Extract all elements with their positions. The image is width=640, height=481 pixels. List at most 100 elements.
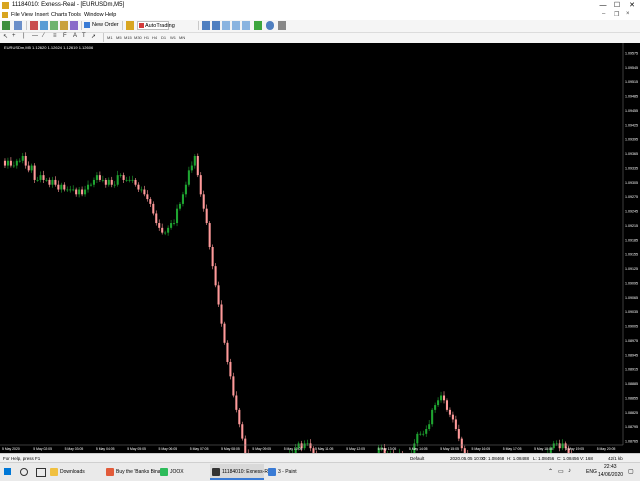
zoom-in-icon[interactable] xyxy=(202,21,210,30)
taskbar-app-mt4[interactable]: 11184010: Exness-R... xyxy=(210,464,264,480)
label-icon[interactable]: T xyxy=(82,33,86,39)
time-tick-label: 5 May 02:05 xyxy=(33,447,52,451)
candle-body xyxy=(120,175,122,176)
menu-bar: File View Insert Charts Tools Window Hel… xyxy=(0,11,640,20)
tf-m15[interactable]: M15 xyxy=(124,35,132,40)
menu-window[interactable]: Window xyxy=(84,12,104,18)
minimize-button[interactable]: — xyxy=(596,0,610,11)
tray-chevron-icon[interactable]: ⌃ xyxy=(548,468,553,475)
tf-m1[interactable]: M1 xyxy=(107,35,113,40)
candle-body xyxy=(19,161,21,162)
chart-window-icon xyxy=(2,12,8,18)
price-chart[interactable]: EURUSDm,M5 1.12620 1.12624 1.12619 1.126… xyxy=(0,43,640,453)
time-tick-label: 5 May 06:05 xyxy=(159,447,178,451)
mdi-close-icon[interactable]: × xyxy=(626,11,630,17)
time-tick-label: 5 May 08:05 xyxy=(221,447,240,451)
autotrading-button[interactable]: AutoTrading xyxy=(137,21,169,30)
tf-m5[interactable]: M5 xyxy=(116,35,122,40)
fibonacci-icon[interactable]: F xyxy=(63,33,67,39)
task-view-icon[interactable] xyxy=(36,468,46,477)
tf-h4[interactable]: H4 xyxy=(152,35,157,40)
trendline-icon[interactable]: ⁄ xyxy=(43,33,44,39)
candle-body xyxy=(16,161,18,166)
strategy-tester-icon[interactable] xyxy=(70,21,78,30)
profiles-icon[interactable] xyxy=(14,21,22,30)
text-icon[interactable]: A xyxy=(73,33,77,39)
market-watch-icon[interactable] xyxy=(30,21,38,30)
candle-body xyxy=(105,180,107,185)
maximize-button[interactable]: ☐ xyxy=(610,0,624,11)
taskbar-app-browser[interactable]: Buy the 'Banks Bina... xyxy=(104,464,156,480)
price-tick-label: 1.08765 xyxy=(625,440,638,444)
new-chart-icon[interactable] xyxy=(2,21,10,30)
indicators-icon[interactable] xyxy=(254,21,262,30)
menu-insert[interactable]: Insert xyxy=(35,12,49,18)
time-tick-label: 5 May 15:05 xyxy=(440,447,459,451)
candle-body xyxy=(218,285,220,304)
mdi-restore-icon[interactable]: ❐ xyxy=(614,11,619,18)
tf-m30[interactable]: M30 xyxy=(134,35,142,40)
menu-file[interactable]: File xyxy=(11,12,20,18)
candle-body xyxy=(81,190,83,195)
tf-w1[interactable]: W1 xyxy=(170,35,176,40)
metaeditor-icon[interactable] xyxy=(126,21,134,30)
candle-body xyxy=(437,400,439,405)
candle-body xyxy=(182,194,184,204)
candle-body xyxy=(108,180,110,185)
price-tick-label: 1.09335 xyxy=(625,166,638,170)
zoom-out-icon[interactable] xyxy=(212,21,220,30)
time-tick-label: 5 May 04:05 xyxy=(96,447,115,451)
tf-h1[interactable]: H1 xyxy=(144,35,149,40)
time-tick-label: 5 May 05:05 xyxy=(127,447,146,451)
browser-icon xyxy=(106,468,114,476)
auto-scroll-icon[interactable] xyxy=(242,21,250,30)
menu-help[interactable]: Help xyxy=(105,12,116,18)
taskbar-app-paint[interactable]: 3 - Paint xyxy=(266,464,318,480)
menu-tools[interactable]: Tools xyxy=(68,12,81,18)
clock-date[interactable]: 14/06/2020 xyxy=(598,472,623,478)
price-tick-label: 1.09485 xyxy=(625,95,638,99)
time-tick-label: 5 May 19:05 xyxy=(565,447,584,451)
new-order-label: New Order xyxy=(92,22,119,28)
crosshair-icon[interactable]: + xyxy=(12,33,16,39)
vertical-line-icon[interactable]: | xyxy=(23,33,25,39)
tf-d1[interactable]: D1 xyxy=(161,35,166,40)
language-indicator[interactable]: ENG xyxy=(586,469,597,475)
candle-body xyxy=(7,161,9,166)
templates-icon[interactable] xyxy=(278,21,286,30)
new-order-button[interactable]: New Order xyxy=(84,21,108,30)
start-icon[interactable] xyxy=(4,468,11,475)
search-icon[interactable] xyxy=(20,468,28,476)
network-icon[interactable]: ▭ xyxy=(558,468,564,475)
data-window-icon[interactable] xyxy=(40,21,48,30)
menu-view[interactable]: View xyxy=(21,12,33,18)
candle-body xyxy=(42,175,44,180)
navigator-icon[interactable] xyxy=(50,21,58,30)
mdi-minimize-icon[interactable]: – xyxy=(602,11,605,17)
arrows-icon[interactable]: ➚ xyxy=(91,33,96,40)
volume-icon[interactable]: ♪ xyxy=(568,468,571,474)
joox-icon xyxy=(160,468,168,476)
candle-body xyxy=(212,247,214,266)
candle-body xyxy=(203,194,205,208)
terminal-icon[interactable] xyxy=(60,21,68,30)
close-button[interactable]: ✕ xyxy=(625,0,639,11)
horizontal-line-icon[interactable]: — xyxy=(32,33,38,39)
candle-body xyxy=(553,443,555,448)
candle-body xyxy=(170,223,172,228)
window-title: 11184010: Exness-Real - [EURUSDm,M5] xyxy=(12,2,124,8)
taskbar-app-joox[interactable]: JOOX xyxy=(158,464,208,480)
notifications-icon[interactable]: ▢ xyxy=(628,468,634,475)
chart-shift-icon[interactable] xyxy=(232,21,240,30)
tile-windows-icon[interactable] xyxy=(222,21,230,30)
paint-icon xyxy=(268,468,276,476)
channel-icon[interactable]: ≡ xyxy=(53,33,57,39)
taskbar-app-downloads[interactable]: Downloads xyxy=(48,464,100,480)
cursor-icon[interactable]: ↖ xyxy=(3,33,8,40)
menu-charts[interactable]: Charts xyxy=(51,12,67,18)
tf-mn[interactable]: MN xyxy=(179,35,185,40)
candle-body xyxy=(434,405,436,410)
periods-icon[interactable] xyxy=(266,21,274,30)
chart-canvas[interactable]: EURUSDm,M5 1.12620 1.12624 1.12619 1.126… xyxy=(0,43,640,453)
clock-time[interactable]: 22:43 xyxy=(604,464,617,470)
